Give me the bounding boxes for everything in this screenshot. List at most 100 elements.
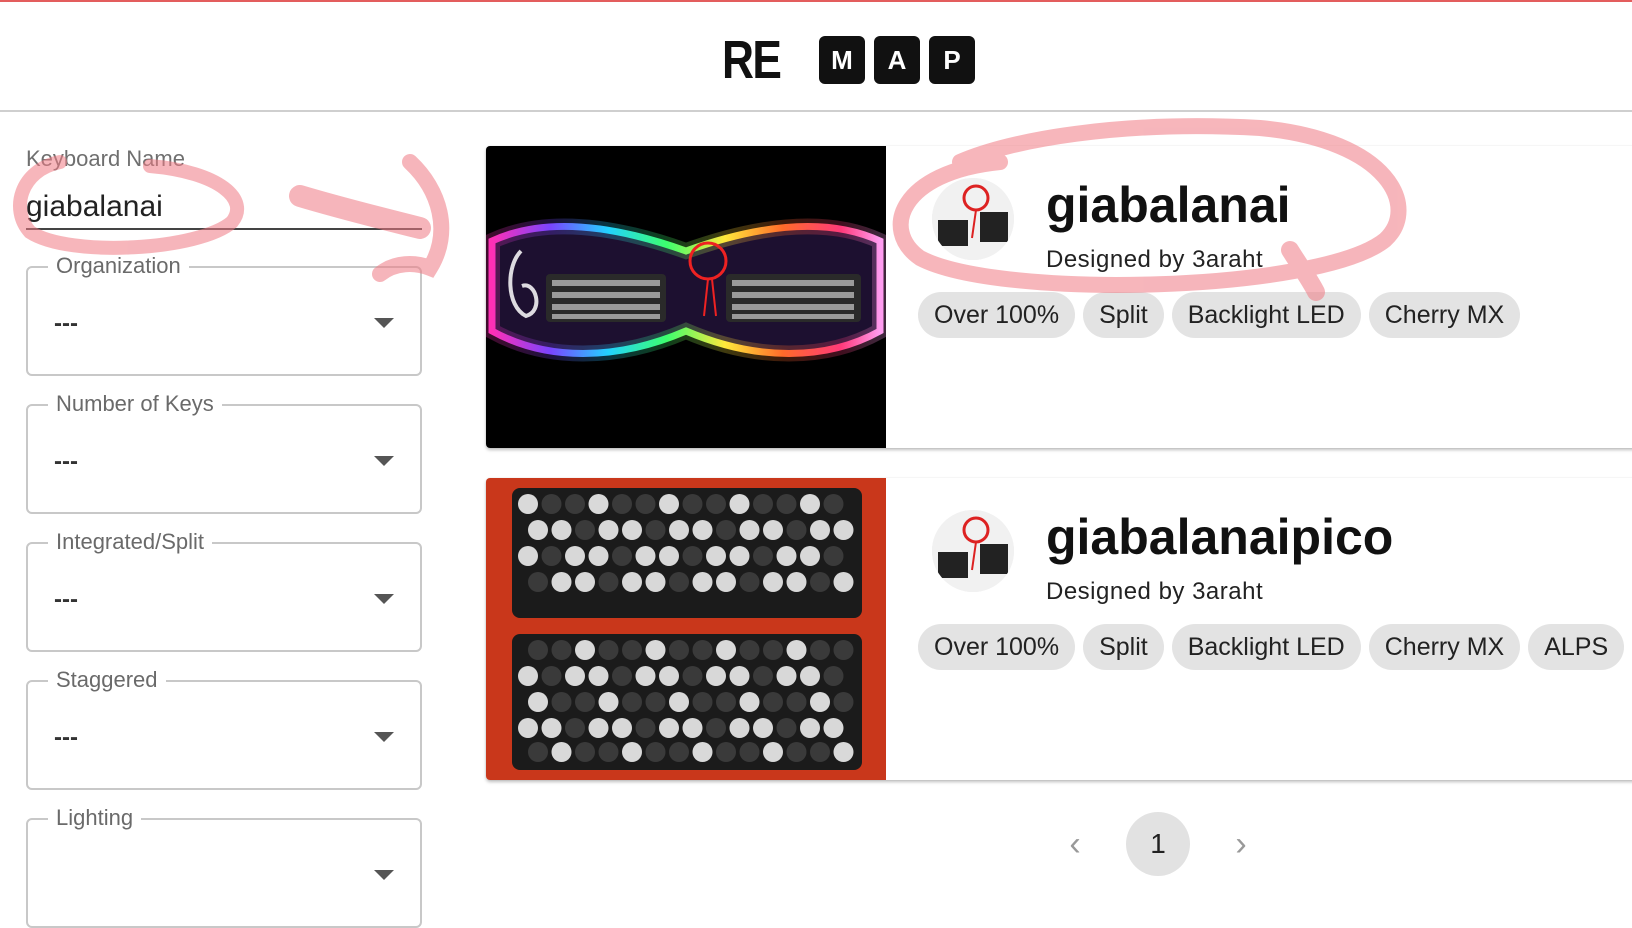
keycap-graphic <box>739 520 760 540</box>
keycap-graphic <box>776 546 797 566</box>
keycap-graphic <box>645 692 666 712</box>
keycap-graphic <box>682 666 703 686</box>
keycap-graphic <box>659 494 679 514</box>
keycap-graphic <box>551 572 572 592</box>
keycap-graphic <box>588 666 609 686</box>
integrated-split-select[interactable]: Integrated/Split --- <box>26 526 422 652</box>
keycap-graphic <box>551 742 572 762</box>
keycap-graphic <box>528 520 548 540</box>
keyboard-photo[interactable] <box>486 146 886 448</box>
select-value: --- <box>54 310 78 337</box>
keycap-graphic <box>598 520 619 540</box>
select-label: Integrated/Split <box>48 526 212 558</box>
keyboard-photo[interactable] <box>486 478 886 780</box>
select-value: --- <box>54 724 78 751</box>
keycap-graphic <box>729 666 750 686</box>
keycap-graphic <box>635 546 656 566</box>
keycap-graphic <box>729 546 750 566</box>
select-value: --- <box>54 586 78 613</box>
caret-down-icon <box>374 594 394 604</box>
chevron-left-icon[interactable]: ‹ <box>1050 819 1100 869</box>
select-label: Organization <box>48 250 189 282</box>
keycap-graphic <box>575 742 595 762</box>
keyboard-card[interactable]: giabalanai Designed by 3araht Over 100% … <box>486 146 1632 448</box>
keyboard-name-filter: Keyboard Name <box>26 146 422 242</box>
keycap-graphic <box>706 494 726 514</box>
keycap-graphic <box>763 520 783 540</box>
keyboard-card[interactable]: giabalanaipico Designed by 3araht Over 1… <box>486 478 1632 780</box>
caret-down-icon <box>374 732 394 742</box>
keycap-graphic <box>612 666 632 686</box>
designer-avatar <box>932 510 1014 592</box>
number-of-keys-select[interactable]: Number of Keys --- <box>26 388 422 514</box>
keycap-graphic <box>575 572 595 592</box>
keycap-graphic <box>706 666 726 686</box>
keycap-graphic <box>763 572 783 592</box>
keycap-graphic <box>729 494 750 514</box>
keycap-graphic <box>659 666 679 686</box>
keycap-graphic <box>716 742 736 762</box>
tag-chip: Split <box>1083 292 1164 338</box>
keycap-graphic <box>645 520 666 540</box>
keycap-graphic <box>565 718 585 738</box>
keycap-graphic <box>622 692 642 712</box>
select-value: --- <box>54 448 78 475</box>
keycap-graphic <box>753 494 773 514</box>
keycap-graphic <box>776 718 797 738</box>
keycap-graphic <box>588 494 609 514</box>
keycap-graphic <box>786 640 807 660</box>
keycap-graphic <box>800 666 820 686</box>
select-label: Staggered <box>48 664 166 696</box>
keycap-graphic <box>565 494 585 514</box>
keyboard-name-input[interactable] <box>26 186 422 230</box>
keycap-graphic <box>823 546 844 566</box>
keycap-graphic <box>833 520 854 540</box>
designer-text: Designed by 3araht <box>1046 246 1264 273</box>
keycap-graphic <box>659 546 679 566</box>
keycap-graphic <box>753 546 773 566</box>
keycap-graphic <box>541 718 562 738</box>
caret-down-icon <box>374 456 394 466</box>
keycap-graphic <box>622 640 642 660</box>
keycap-graphic <box>598 640 619 660</box>
tag-chip: Over 100% <box>918 624 1076 670</box>
keycap-graphic <box>645 572 666 592</box>
logo-letter-box: M <box>819 36 865 84</box>
keycap-graphic <box>541 494 562 514</box>
keycap-graphic <box>669 640 689 660</box>
keycap-graphic <box>575 640 595 660</box>
keycap-graphic <box>810 692 830 712</box>
remap-logo[interactable]: RE M A P <box>722 33 975 87</box>
organization-select[interactable]: Organization --- <box>26 250 422 376</box>
keyboard-title[interactable]: giabalanai <box>1046 176 1291 234</box>
keycap-graphic <box>823 666 844 686</box>
keycap-graphic <box>800 546 820 566</box>
lighting-select[interactable]: Lighting <box>26 802 422 928</box>
keycap-graphic <box>669 742 689 762</box>
keycap-graphic <box>716 572 736 592</box>
keycap-graphic <box>800 718 820 738</box>
logo-letter-box: A <box>874 36 920 84</box>
keycap-graphic <box>716 520 736 540</box>
keycap-graphic <box>612 546 632 566</box>
keycap-graphic <box>669 692 689 712</box>
keycap-graphic <box>810 742 830 762</box>
chevron-right-icon[interactable]: › <box>1216 819 1266 869</box>
app-header: RE M A P <box>0 2 1632 112</box>
keyboard-title[interactable]: giabalanaipico <box>1046 508 1393 566</box>
keycap-graphic <box>588 546 609 566</box>
tag-chip: Backlight LED <box>1171 624 1361 670</box>
keycap-graphic <box>635 718 656 738</box>
keycap-graphic <box>659 718 679 738</box>
staggered-select[interactable]: Staggered --- <box>26 664 422 790</box>
keycap-graphic <box>753 666 773 686</box>
keycap-graphic <box>682 718 703 738</box>
filter-sidebar: Keyboard Name Organization --- Number of… <box>26 146 422 928</box>
keycap-graphic <box>598 692 619 712</box>
page-button[interactable]: 1 <box>1126 812 1190 876</box>
keycap-graphic <box>622 572 642 592</box>
tag-chip: ALPS <box>1528 624 1625 670</box>
keycap-graphic <box>739 572 760 592</box>
keycap-graphic <box>565 666 585 686</box>
keycap-graphic <box>800 494 820 514</box>
